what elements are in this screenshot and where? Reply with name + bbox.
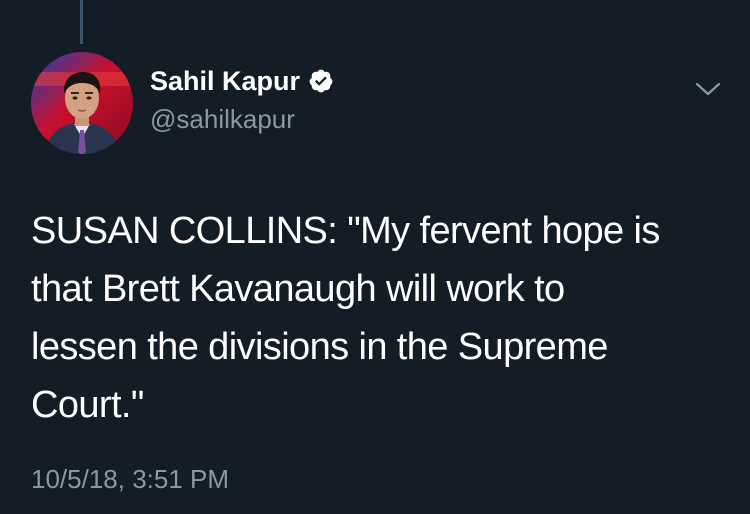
verified-badge-icon: [309, 69, 333, 93]
tweet-text-line: Court.": [31, 384, 144, 426]
avatar[interactable]: [31, 52, 133, 154]
chevron-down-icon[interactable]: [693, 78, 723, 100]
author-name-row[interactable]: Sahil Kapur: [150, 64, 334, 98]
tweet-text-line: SUSAN COLLINS: "My fervent hope is: [31, 210, 660, 252]
author-handle[interactable]: @sahilkapur: [150, 103, 295, 135]
tweet-text-line: lessen the divisions in the Supreme: [31, 326, 608, 368]
tweet-text-line: that Brett Kavanaugh will work to: [31, 268, 565, 310]
thread-connector-line: [80, 0, 83, 44]
avatar-image: [31, 52, 133, 154]
tweet-timestamp[interactable]: 10/5/18, 3:51 PM: [31, 462, 229, 496]
author-display-name[interactable]: Sahil Kapur: [150, 64, 300, 98]
tweet-text: SUSAN COLLINS: "My fervent hope is that …: [31, 202, 731, 434]
